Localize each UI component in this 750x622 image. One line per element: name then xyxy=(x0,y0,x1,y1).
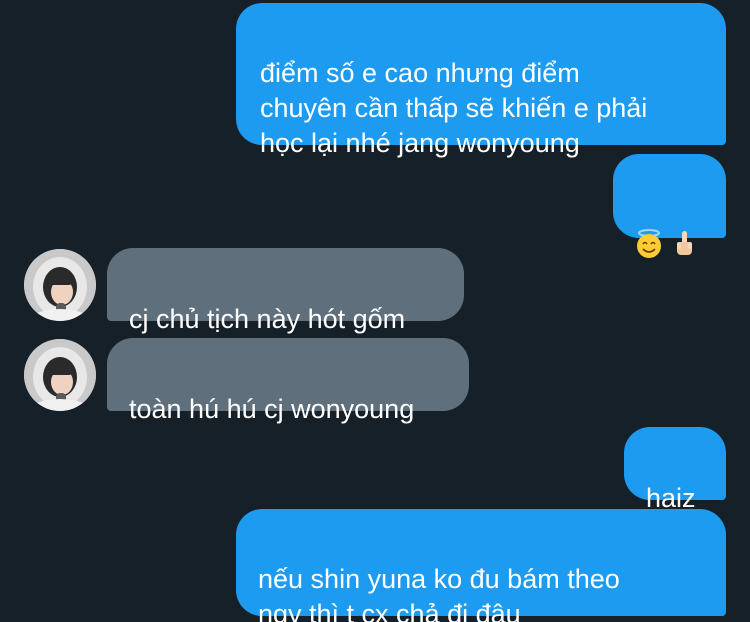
sent-emoji-message[interactable] xyxy=(613,154,726,258)
received-message[interactable]: cj chủ tịch này hót gốm xyxy=(107,248,464,334)
chat-thread: điểm số e cao nhưng điểm chuyên cần thấp… xyxy=(0,0,750,622)
smiling-face-with-halo-icon xyxy=(635,194,663,268)
message-text: toàn hú hú cj wonyoung xyxy=(129,394,415,424)
received-message[interactable]: toàn hú hú cj wonyoung xyxy=(107,338,469,424)
sent-message[interactable]: nếu shin yuna ko đu bám theo ngy thì t c… xyxy=(236,509,726,622)
message-text: điểm số e cao nhưng điểm chuyên cần thấp… xyxy=(260,58,648,158)
message-text: nếu shin yuna ko đu bám theo ngy thì t c… xyxy=(258,564,620,622)
avatar[interactable] xyxy=(24,339,96,411)
sent-message[interactable]: haiz xyxy=(624,427,726,513)
middle-finger-icon xyxy=(673,194,695,268)
message-text: cj chủ tịch này hót gốm xyxy=(129,304,406,334)
sent-message[interactable]: điểm số e cao nhưng điểm chuyên cần thấp… xyxy=(236,3,726,158)
avatar[interactable] xyxy=(24,249,96,321)
